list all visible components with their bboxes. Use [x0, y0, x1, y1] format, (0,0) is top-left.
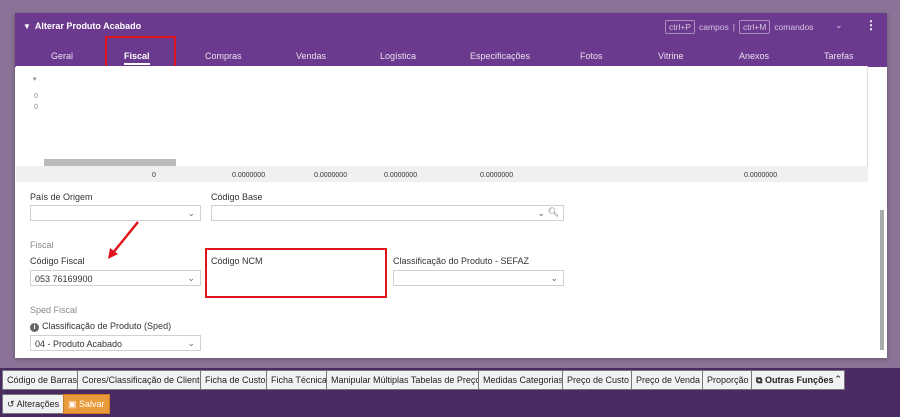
tab-anexos[interactable]: Anexos: [739, 51, 769, 61]
shortcut-label-commands: comandos: [774, 22, 814, 32]
kebab-menu-icon[interactable]: ⋮: [865, 18, 877, 32]
function-toolbar: Código de Barras Cores/Classificação de …: [0, 368, 900, 392]
annotation-arrow-icon: [108, 221, 139, 259]
codigo-fiscal-label: Código Fiscal: [30, 256, 85, 266]
history-icon: ↺: [7, 399, 15, 409]
classificacao-sped-select[interactable]: 04 - Produto Acabado ⌄: [30, 335, 201, 351]
grid-total: 0.0000000: [384, 172, 418, 179]
preco-venda-button[interactable]: Preço de Venda: [631, 370, 706, 390]
chevron-down-icon: ⌄: [187, 338, 195, 348]
sped-section-title: Sped Fiscal: [30, 305, 78, 315]
outras-funcoes-button[interactable]: ⧉ Outras Funções ⌃: [751, 370, 846, 390]
ficha-custo-button[interactable]: Ficha de Custo: [200, 370, 271, 390]
external-link-icon: ⧉: [756, 375, 763, 385]
window-title-text: Alterar Produto Acabado: [34, 21, 142, 31]
chevron-down-icon[interactable]: ⌄: [835, 20, 843, 31]
window-title[interactable]: ▼ Alterar Produto Acabado: [23, 21, 141, 31]
window-vertical-scrollbar[interactable]: [880, 210, 884, 350]
classificacao-sefaz-select[interactable]: ⌄: [393, 270, 564, 286]
grid-total: 0.0000000: [314, 172, 348, 179]
tab-logistica[interactable]: Logística: [380, 51, 416, 61]
chevron-down-icon: ⌄: [187, 208, 195, 218]
tab-tarefas[interactable]: Tarefas: [824, 51, 854, 61]
shortcut-key-fields: ctrl+P: [665, 20, 695, 34]
tab-fotos[interactable]: Fotos: [580, 51, 603, 61]
grid-total: 0: [152, 172, 156, 179]
shortcut-separator: |: [732, 22, 735, 32]
annotation-box-codigo-ncm: [205, 248, 387, 298]
tab-vendas[interactable]: Vendas: [296, 51, 326, 61]
manipular-tabelas-button[interactable]: Manipular Múltiplas Tabelas de Preço: [326, 370, 486, 390]
medidas-categorias-button[interactable]: Medidas Categorias: [478, 370, 569, 390]
codigo-barras-button[interactable]: Código de Barras: [2, 370, 83, 390]
tab-especificacoes[interactable]: Especificações: [470, 51, 530, 61]
classificacao-sped-label: i Classificação de Produto (Sped): [30, 321, 171, 332]
grid-total: 0.0000000: [480, 172, 514, 179]
grid-totals-row: 0 0.0000000 0.0000000 0.0000000 0.000000…: [16, 166, 868, 182]
chevron-up-icon: ⌃: [835, 375, 841, 385]
codigo-fiscal-select[interactable]: 053 76169900 ⌄: [30, 270, 201, 286]
fiscal-section-title: Fiscal: [30, 240, 54, 250]
shortcut-label-fields: campos: [698, 22, 729, 32]
chevron-down-icon: ⌄: [537, 208, 545, 218]
classificacao-sefaz-label: Classificação do Produto - SEFAZ: [393, 256, 530, 266]
preco-custo-button[interactable]: Preço de Custo: [562, 370, 635, 390]
tab-vitrine[interactable]: Vitrine: [658, 51, 683, 61]
grid-total: 0.0000000: [744, 172, 778, 179]
grid-row-value: 0: [34, 93, 38, 100]
ficha-tecnica-button[interactable]: Ficha Técnica: [266, 370, 332, 390]
grid-sort-triangle-icon[interactable]: ▾: [33, 75, 37, 83]
save-icon: ▣: [68, 399, 77, 409]
proporcao-button[interactable]: Proporção: [702, 370, 754, 390]
search-icon[interactable]: 🔍︎: [548, 207, 559, 218]
grid-row-value: 0: [34, 104, 38, 111]
alteracoes-button[interactable]: ↺ Alterações: [2, 394, 65, 414]
grid-total: 0.0000000: [232, 172, 266, 179]
cores-classificacao-button[interactable]: Cores/Classificação de Cliente: [77, 370, 210, 390]
codigo-base-select[interactable]: ⌄ 🔍︎: [211, 205, 564, 221]
classificacao-sped-value: 04 - Produto Acabado: [35, 339, 123, 349]
action-bar: ↺ Alterações ▣ Salvar: [0, 392, 900, 417]
chevron-down-icon: ⌄: [187, 273, 195, 283]
codigo-base-label: Código Base: [211, 192, 263, 202]
tab-geral[interactable]: Geral: [51, 51, 73, 61]
info-icon: i: [30, 323, 39, 332]
salvar-button[interactable]: ▣ Salvar: [63, 394, 110, 414]
codigo-fiscal-value: 053 76169900: [35, 274, 93, 284]
pais-origem-label: País de Origem: [30, 192, 93, 202]
shortcut-hints: ctrl+P campos | ctrl+M comandos: [665, 20, 814, 34]
chevron-down-icon: ⌄: [550, 273, 558, 283]
tab-compras[interactable]: Compras: [205, 51, 242, 61]
shortcut-key-commands: ctrl+M: [738, 20, 771, 34]
collapse-triangle-icon[interactable]: ▼: [23, 22, 31, 31]
grid-horizontal-scrollbar[interactable]: [44, 159, 176, 166]
